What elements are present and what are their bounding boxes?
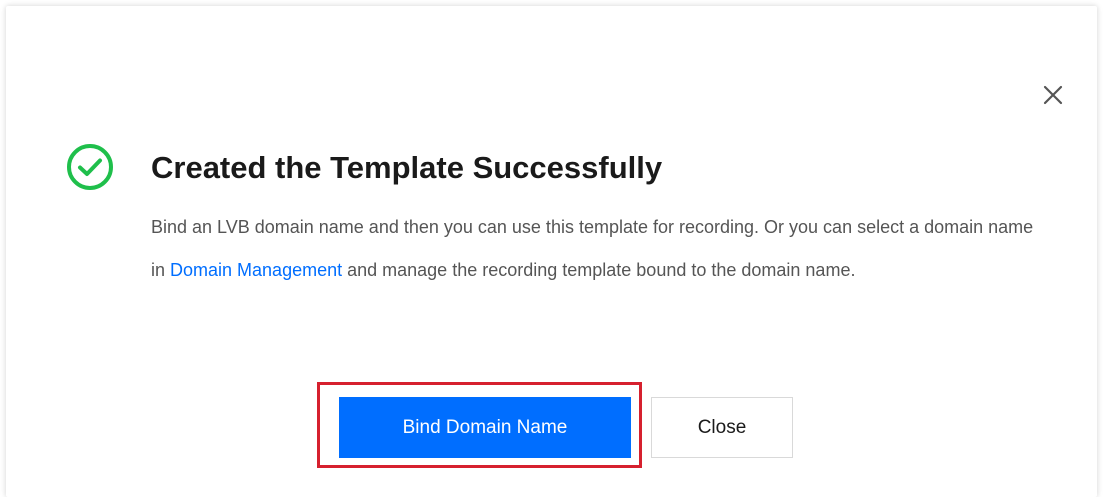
close-button[interactable]: Close [651,397,793,458]
bind-domain-name-button[interactable]: Bind Domain Name [339,397,631,458]
success-dialog: Created the Template Successfully Bind a… [6,6,1097,497]
dialog-message: Bind an LVB domain name and then you can… [151,206,1051,292]
message-text-after-link: and manage the recording template bound … [342,260,856,280]
close-icon[interactable] [1036,78,1070,112]
check-circle-icon [65,142,115,192]
domain-management-link[interactable]: Domain Management [170,260,342,280]
dialog-title: Created the Template Successfully [151,150,663,185]
